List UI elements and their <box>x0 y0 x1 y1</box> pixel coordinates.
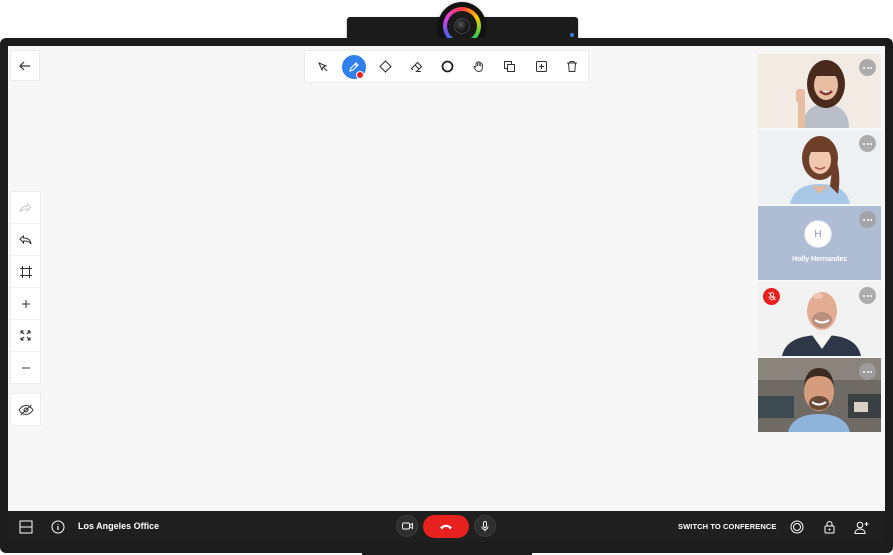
zoom-out-button[interactable] <box>11 352 40 383</box>
eraser-tool-button[interactable] <box>401 52 432 82</box>
add-person-icon <box>853 521 868 534</box>
shape-tool-button[interactable] <box>369 52 400 82</box>
hangup-phone-icon <box>440 524 452 530</box>
mic-toggle-button[interactable] <box>474 515 496 537</box>
select-tool-button[interactable] <box>307 52 338 82</box>
participant-options-button[interactable] <box>859 211 876 228</box>
layout-button[interactable] <box>16 517 36 537</box>
undo-icon <box>19 234 32 244</box>
participant-tile[interactable] <box>758 282 881 356</box>
layout-icon <box>19 520 33 534</box>
hand-icon <box>473 61 484 72</box>
info-icon <box>51 520 65 534</box>
participant-options-button[interactable] <box>859 59 876 76</box>
add-square-icon <box>535 61 547 72</box>
arrow-left-icon <box>19 61 30 70</box>
circle-tool-button[interactable] <box>432 52 463 82</box>
layers-icon <box>504 61 516 72</box>
circle-icon <box>441 60 454 73</box>
layers-tool-button[interactable] <box>494 52 525 82</box>
meeting-location: Los Angeles Office <box>78 521 160 531</box>
mic-muted-badge <box>763 288 780 305</box>
add-frame-button[interactable] <box>526 52 557 82</box>
participant-options-button[interactable] <box>859 287 876 304</box>
pen-tool-button[interactable] <box>338 52 369 82</box>
back-button[interactable] <box>10 50 40 81</box>
record-button[interactable] <box>787 517 807 537</box>
drawing-toolbar <box>304 50 589 83</box>
camera-led <box>570 33 574 37</box>
participant-avatar: H <box>804 220 832 248</box>
pan-tool-button[interactable] <box>463 52 494 82</box>
microphone-icon <box>481 520 489 531</box>
visibility-panel <box>10 393 41 426</box>
add-participant-button[interactable] <box>851 517 871 537</box>
mic-off-icon <box>767 292 776 301</box>
lock-icon <box>824 521 834 534</box>
redo-icon <box>19 202 32 212</box>
pen-color-indicator <box>356 70 365 79</box>
participant-name: Holly Hernandez <box>792 256 847 263</box>
hide-toolbar-button[interactable] <box>11 394 40 425</box>
participant-options-button[interactable] <box>859 363 876 380</box>
switch-to-conference-button[interactable]: SWITCH TO CONFERENCE <box>678 522 777 531</box>
zoom-in-icon <box>21 299 30 308</box>
redo-button[interactable] <box>11 192 40 224</box>
undo-button[interactable] <box>11 224 40 256</box>
participant-tile[interactable] <box>758 130 881 204</box>
participant-options-button[interactable] <box>859 135 876 152</box>
fit-to-screen-button[interactable] <box>11 320 40 352</box>
zoom-out-icon <box>21 367 30 368</box>
crop-icon <box>19 265 32 278</box>
participant-tile[interactable] <box>758 358 881 432</box>
camera-toggle-button[interactable] <box>396 515 418 537</box>
fit-icon <box>20 330 31 341</box>
trash-icon <box>567 61 578 72</box>
call-control-bar: Los Angeles Office SWITCH TO CONFERENCE <box>8 511 885 542</box>
eraser-icon <box>410 61 423 73</box>
record-icon <box>790 520 804 534</box>
participant-tile[interactable]: H Holly Hernandez <box>758 206 881 280</box>
end-call-button[interactable] <box>423 515 469 538</box>
participants-panel: H Holly Hernandez <box>758 54 881 434</box>
diamond-icon <box>378 60 392 73</box>
monitor-stand <box>362 549 532 555</box>
info-button[interactable] <box>48 517 68 537</box>
delete-button[interactable] <box>557 52 588 82</box>
video-camera-icon <box>401 522 413 530</box>
whiteboard-screen[interactable]: H Holly Hernandez <box>8 46 885 511</box>
canvas-tools-panel <box>10 191 41 384</box>
crop-button[interactable] <box>11 256 40 288</box>
eye-off-icon <box>17 404 34 415</box>
lock-meeting-button[interactable] <box>819 517 839 537</box>
zoom-in-button[interactable] <box>11 288 40 320</box>
pointer-icon <box>317 61 328 71</box>
participant-tile[interactable] <box>758 54 881 128</box>
